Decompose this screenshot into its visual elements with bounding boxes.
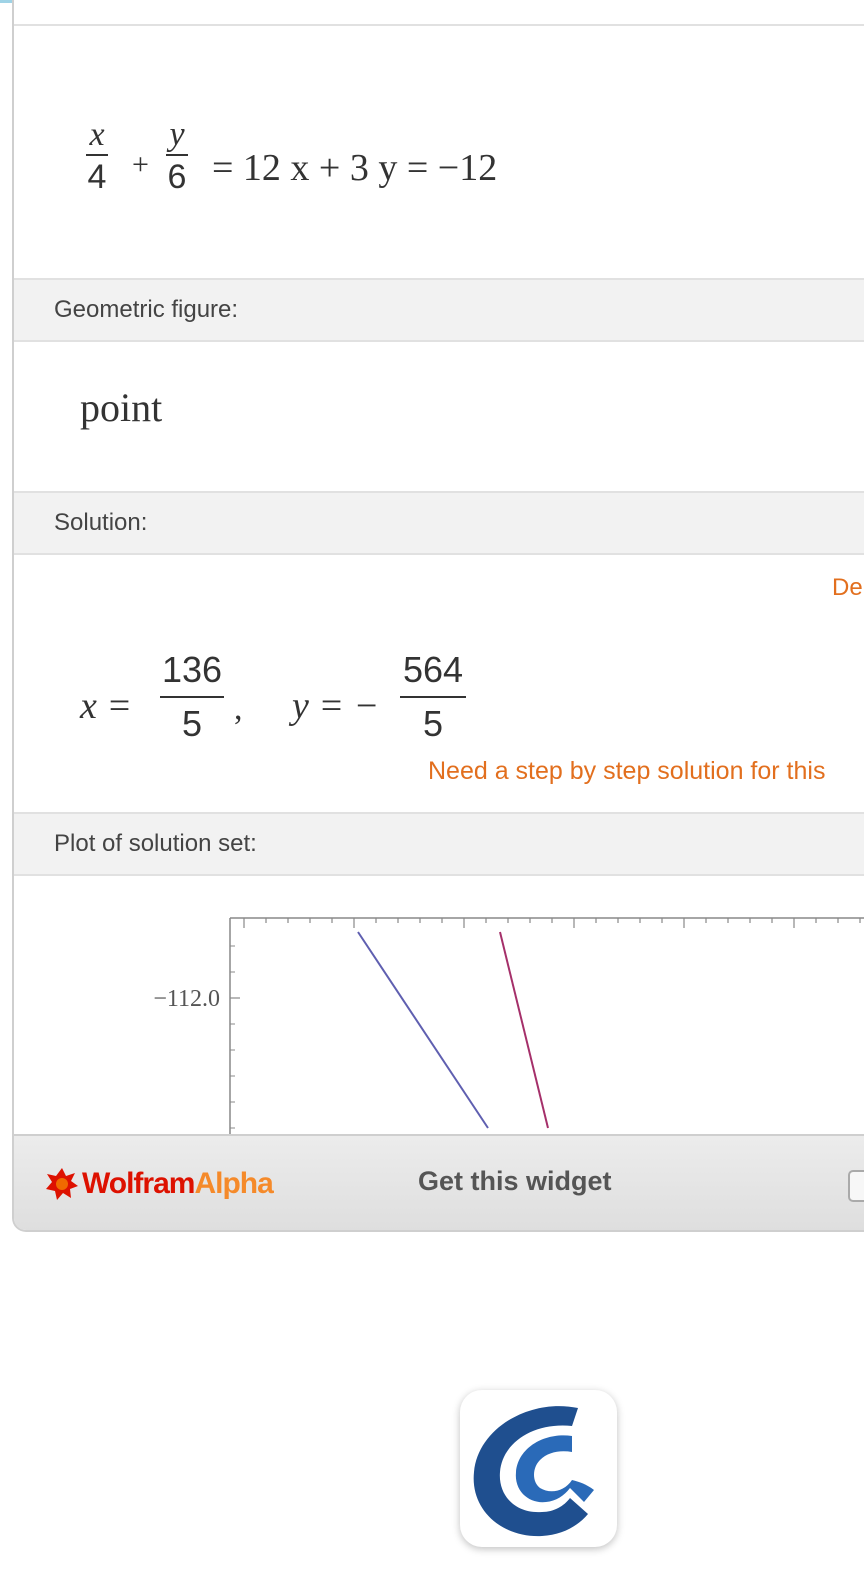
frac-numerator: 564	[402, 649, 464, 690]
brainly-c-logo-icon[interactable]	[460, 1390, 617, 1547]
solution-x-label: x =	[80, 685, 133, 727]
step-by-step-link[interactable]: Need a step by step solution for this	[428, 757, 825, 786]
wolframalpha-logo[interactable]: Wolfram Alpha	[44, 1164, 274, 1204]
frac-denominator: 4	[87, 158, 107, 196]
plot-area: −112.0	[14, 876, 864, 1134]
solution-y-fraction: 564 5	[400, 650, 466, 744]
series-line-2	[499, 931, 549, 1129]
plus-sign: +	[132, 148, 149, 181]
solution-x-fraction: 136 5	[160, 650, 224, 744]
solution-plot: −112.0	[153, 917, 864, 1134]
alpha-wordmark: Alpha	[194, 1167, 273, 1200]
get-this-widget-link[interactable]: Get this widget	[418, 1166, 612, 1197]
geometric-figure-value: point	[80, 385, 163, 430]
fraction-x-over-4: x 4	[84, 116, 110, 196]
footer-button-partial[interactable]	[848, 1170, 864, 1202]
solution-header: Solution:	[14, 491, 864, 555]
solution-comma: ,	[234, 690, 243, 727]
wolfram-spikey-icon	[46, 1168, 78, 1200]
wolfram-wordmark: Wolfram	[82, 1167, 195, 1200]
frac-numerator: 136	[161, 649, 223, 690]
plot-header: Plot of solution set:	[14, 812, 864, 876]
frac-denominator: 6	[167, 158, 187, 196]
widget-footer: Wolfram Alpha Get this widget	[14, 1134, 864, 1230]
input-pod: x 4 + y 6 = 12 x + 3 y = −12	[14, 24, 864, 278]
frac-numerator: y	[169, 116, 185, 153]
fraction-y-over-6: y 6	[164, 116, 190, 196]
y-tick-label: −112.0	[153, 986, 220, 1012]
wolfram-widget: x 4 + y 6 = 12 x + 3 y = −12 Geometric f…	[12, 0, 864, 1232]
equation-rest: = 12 x + 3 y = −12	[212, 147, 498, 189]
series-line-1	[357, 931, 489, 1129]
solution-y-label: y = −	[292, 685, 380, 727]
geometric-figure-header: Geometric figure:	[14, 278, 864, 342]
frac-denominator: 5	[422, 703, 444, 744]
frac-numerator: x	[89, 116, 105, 153]
frac-denominator: 5	[181, 703, 203, 744]
details-link[interactable]: De	[832, 574, 863, 602]
c-logo-graphic	[473, 1406, 594, 1537]
